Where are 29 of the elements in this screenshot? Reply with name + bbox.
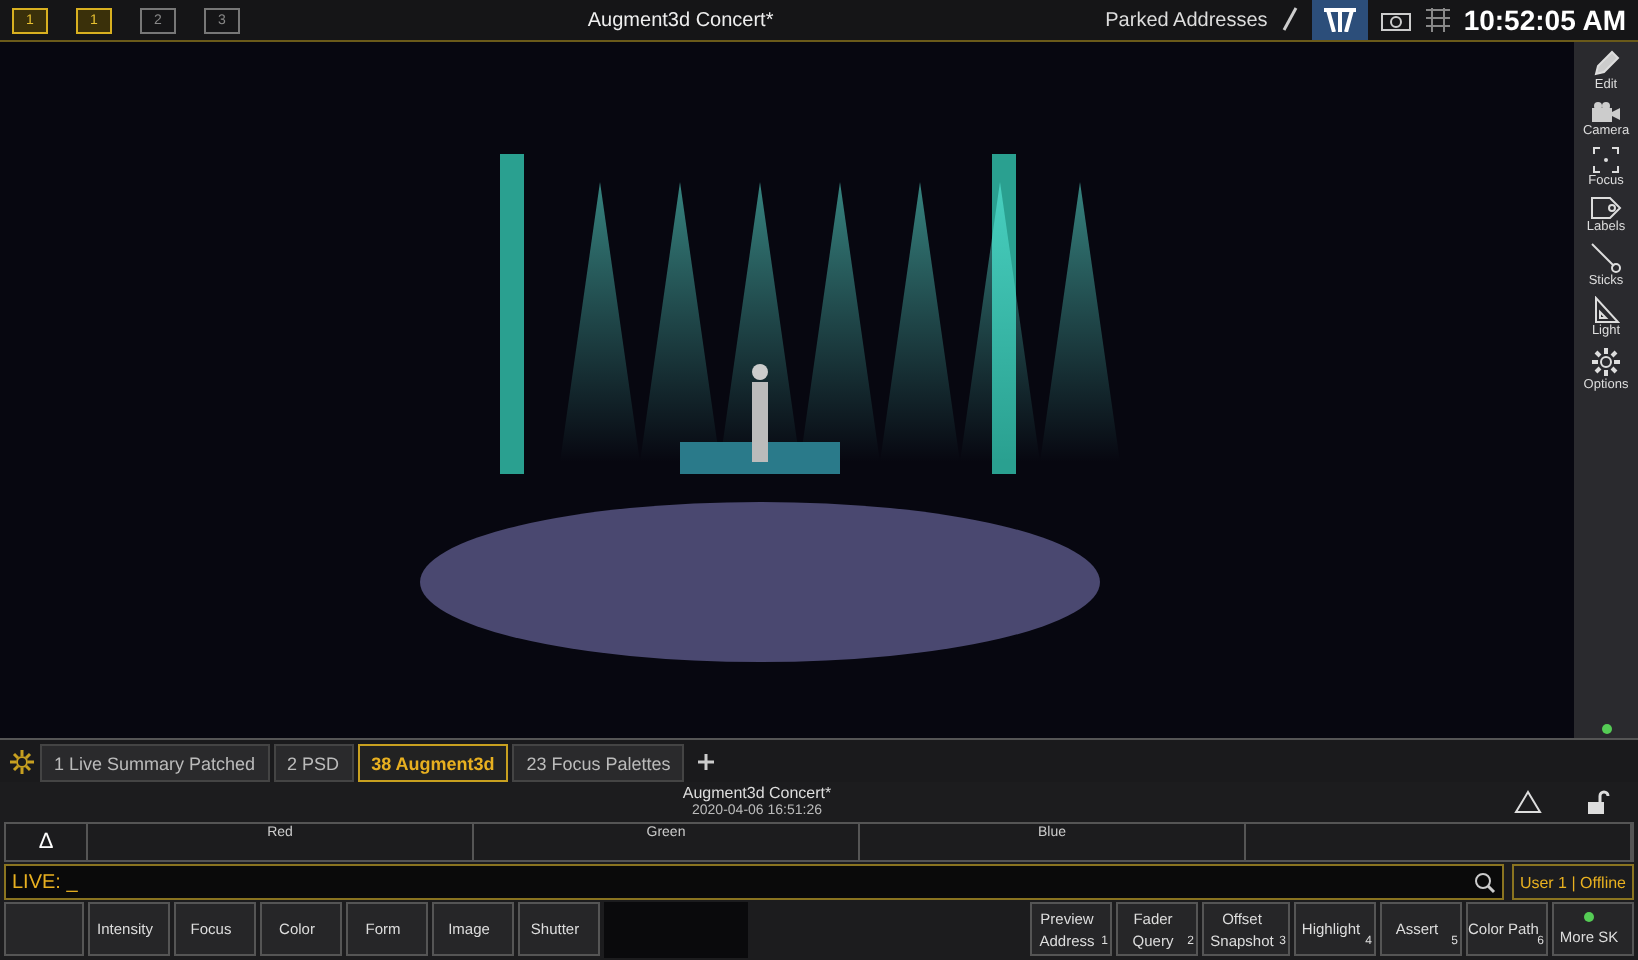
camera-icon — [1590, 100, 1622, 124]
triangle-ruler-icon — [1591, 296, 1620, 324]
tag-icon — [1590, 196, 1622, 220]
grid-icon[interactable] — [1423, 6, 1452, 34]
clock-time: 10:52:05 AM — [1463, 4, 1626, 36]
settings-icon[interactable] — [8, 747, 36, 775]
add-icon[interactable] — [696, 751, 717, 771]
dark-panel — [604, 902, 748, 958]
warning-triangle-icon[interactable] — [1514, 790, 1542, 814]
tab[interactable]: 38 Augment3d — [357, 744, 509, 782]
focus-icon — [1591, 146, 1620, 174]
stylus-icon[interactable] — [1279, 6, 1300, 34]
parked-addresses-label[interactable]: Parked Addresses — [1105, 9, 1268, 31]
show-title: Augment3d Concert* — [585, 9, 776, 31]
user-status: User 1 | Offline — [1511, 864, 1634, 900]
pencil-icon — [1592, 50, 1620, 78]
command-line-field[interactable]: LIVE: _ — [4, 864, 1504, 900]
unlocked-padlock-icon[interactable] — [1586, 790, 1610, 814]
status-led — [1601, 724, 1611, 734]
stick-icon — [1590, 242, 1622, 274]
settings-icon — [1590, 346, 1622, 378]
tab[interactable]: 2 PSD — [273, 744, 354, 782]
search-icon[interactable] — [1473, 871, 1496, 893]
tab[interactable]: 23 Focus Palettes — [512, 744, 685, 782]
delta-button[interactable]: Δ — [6, 824, 88, 860]
camera-icon[interactable] — [1379, 9, 1412, 31]
show-name: Augment3d Concert* — [680, 784, 834, 802]
tab[interactable]: 1 Live Summary Patched — [40, 744, 270, 782]
xt-icon[interactable] — [1311, 0, 1368, 40]
